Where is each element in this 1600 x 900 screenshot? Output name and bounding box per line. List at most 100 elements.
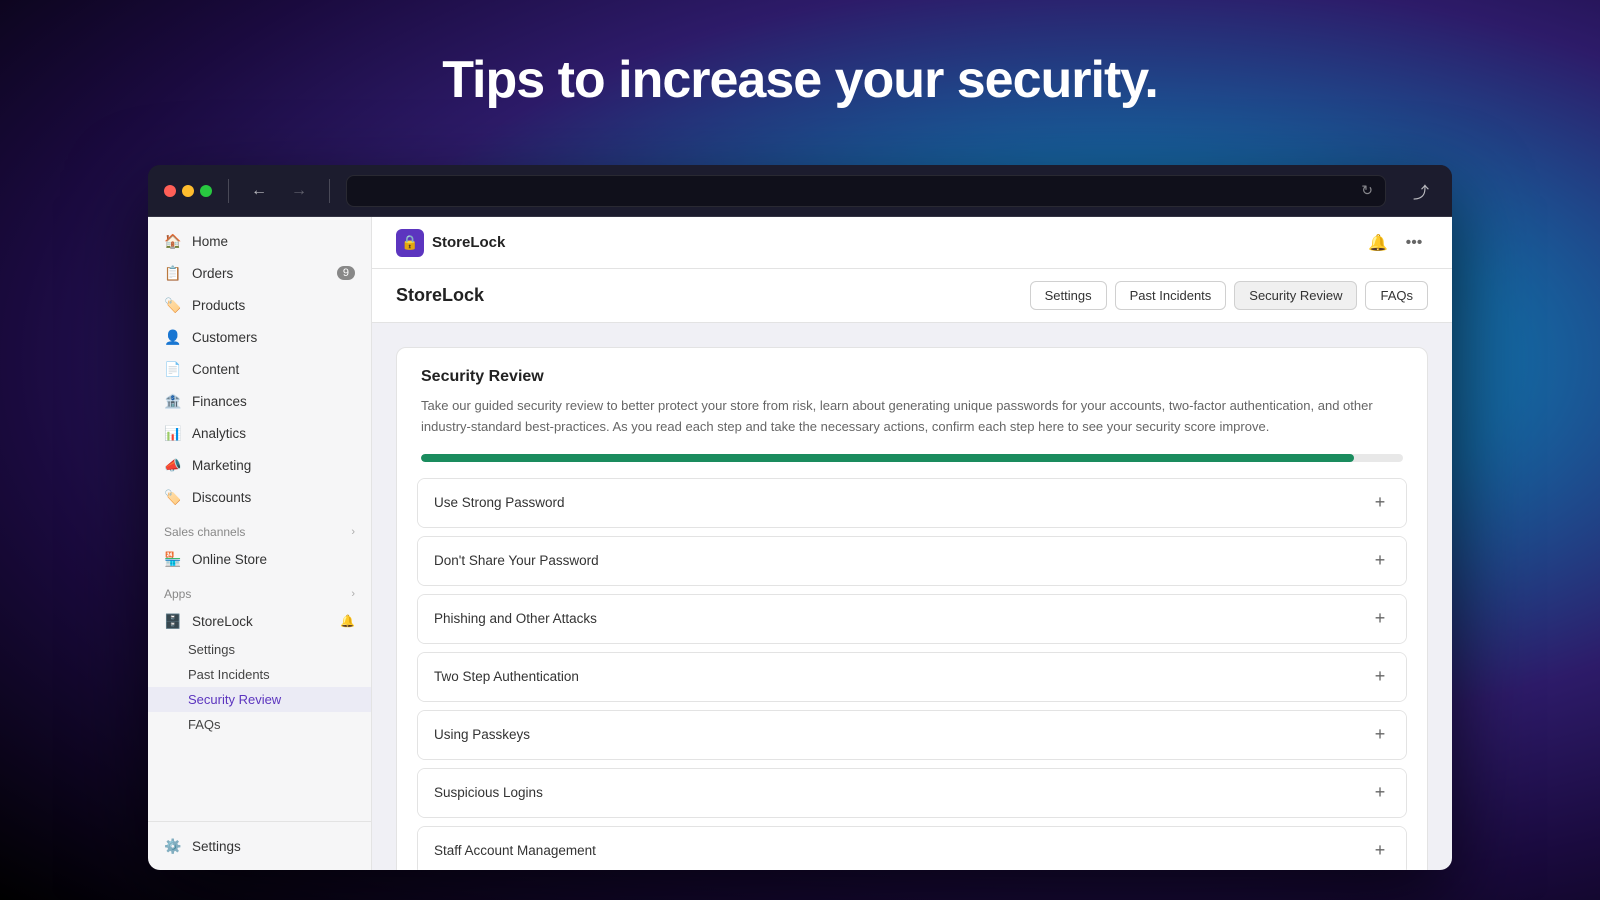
accordion-label-passkeys: Using Passkeys xyxy=(434,727,530,742)
accordion-label-strong-password: Use Strong Password xyxy=(434,495,565,510)
page-title: StoreLock xyxy=(396,285,484,306)
reload-button[interactable]: ↻ xyxy=(1361,182,1373,199)
sidebar-item-finances[interactable]: 🏦 Finances xyxy=(148,385,371,417)
sidebar-nav: 🏠 Home 📋 Orders 9 🏷️ Products 👤 Customer… xyxy=(148,217,371,821)
past-incidents-button[interactable]: Past Incidents xyxy=(1115,281,1227,310)
apps-label: Apps xyxy=(164,587,191,601)
accordion-expand-suspicious-logins[interactable]: + xyxy=(1370,783,1390,803)
online-store-icon: 🏪 xyxy=(164,550,182,568)
accordion-header-dont-share[interactable]: Don't Share Your Password + xyxy=(418,537,1406,585)
divider xyxy=(228,179,229,203)
faqs-button[interactable]: FAQs xyxy=(1365,281,1428,310)
sidebar-settings-label: Settings xyxy=(192,839,241,854)
minimize-button[interactable] xyxy=(182,185,194,197)
sidebar-label-discounts: Discounts xyxy=(192,490,251,505)
accordion-expand-staff-account[interactable]: + xyxy=(1370,841,1390,861)
app-header: 🔒 StoreLock 🔔 ••• xyxy=(372,217,1452,269)
sub-label-settings: Settings xyxy=(188,642,235,657)
sidebar-label-customers: Customers xyxy=(192,330,257,345)
accordion-header-phishing[interactable]: Phishing and Other Attacks + xyxy=(418,595,1406,643)
storelock-app-icon: 🗄️ xyxy=(164,612,182,630)
sidebar-sub-settings[interactable]: Settings xyxy=(148,637,371,662)
page-actions: Settings Past Incidents Security Review … xyxy=(1030,281,1428,310)
sidebar-label-analytics: Analytics xyxy=(192,426,246,441)
sidebar-item-discounts[interactable]: 🏷️ Discounts xyxy=(148,481,371,513)
settings-icon: ⚙️ xyxy=(164,837,182,855)
accordion-item-two-step: Two Step Authentication + xyxy=(417,652,1407,702)
accordion-header-suspicious-logins[interactable]: Suspicious Logins + xyxy=(418,769,1406,817)
notification-icon: 🔔 xyxy=(340,614,355,628)
security-review-button[interactable]: Security Review xyxy=(1234,281,1357,310)
finances-icon: 🏦 xyxy=(164,392,182,410)
accordion-expand-phishing[interactable]: + xyxy=(1370,609,1390,629)
accordion-header-two-step[interactable]: Two Step Authentication + xyxy=(418,653,1406,701)
accordion-list: Use Strong Password + Don't Share Your P… xyxy=(397,478,1427,870)
orders-badge: 9 xyxy=(337,266,355,280)
sidebar: 🏠 Home 📋 Orders 9 🏷️ Products 👤 Customer… xyxy=(148,217,372,870)
accordion-header-strong-password[interactable]: Use Strong Password + xyxy=(418,479,1406,527)
accordion-item-strong-password: Use Strong Password + xyxy=(417,478,1407,528)
hero-title: Tips to increase your security. xyxy=(0,50,1600,110)
accordion-item-phishing: Phishing and Other Attacks + xyxy=(417,594,1407,644)
accordion-item-suspicious-logins: Suspicious Logins + xyxy=(417,768,1407,818)
notification-bell-icon[interactable]: 🔔 xyxy=(1364,229,1392,257)
discounts-icon: 🏷️ xyxy=(164,488,182,506)
accordion-item-staff-account: Staff Account Management + xyxy=(417,826,1407,870)
accordion-label-staff-account: Staff Account Management xyxy=(434,843,596,858)
page-header: StoreLock Settings Past Incidents Securi… xyxy=(372,269,1452,323)
settings-button[interactable]: Settings xyxy=(1030,281,1107,310)
app-content: 🏠 Home 📋 Orders 9 🏷️ Products 👤 Customer… xyxy=(148,217,1452,870)
sidebar-item-analytics[interactable]: 📊 Analytics xyxy=(148,417,371,449)
accordion-header-passkeys[interactable]: Using Passkeys + xyxy=(418,711,1406,759)
accordion-item-passkeys: Using Passkeys + xyxy=(417,710,1407,760)
divider2 xyxy=(329,179,330,203)
sidebar-sub-past-incidents[interactable]: Past Incidents xyxy=(148,662,371,687)
forward-button[interactable]: → xyxy=(285,177,313,205)
sidebar-sub-security-review[interactable]: Security Review xyxy=(148,687,371,712)
accordion-expand-strong-password[interactable]: + xyxy=(1370,493,1390,513)
browser-window: ← → ↻ ⤴ 🏠 Home 📋 Orders 9 xyxy=(148,165,1452,870)
sidebar-item-orders[interactable]: 📋 Orders 9 xyxy=(148,257,371,289)
brand-name: StoreLock xyxy=(432,234,505,251)
sidebar-item-home[interactable]: 🏠 Home xyxy=(148,225,371,257)
accordion-label-dont-share: Don't Share Your Password xyxy=(434,553,599,568)
apps-section: Apps › xyxy=(148,575,371,605)
sidebar-item-marketing[interactable]: 📣 Marketing xyxy=(148,449,371,481)
app-brand: 🔒 StoreLock xyxy=(396,229,505,257)
traffic-lights xyxy=(164,185,212,197)
main-content: 🔒 StoreLock 🔔 ••• StoreLock Settings Pas… xyxy=(372,217,1452,870)
accordion-header-staff-account[interactable]: Staff Account Management + xyxy=(418,827,1406,870)
back-button[interactable]: ← xyxy=(245,177,273,205)
accordion-item-dont-share: Don't Share Your Password + xyxy=(417,536,1407,586)
close-button[interactable] xyxy=(164,185,176,197)
sidebar-sub-faqs[interactable]: FAQs xyxy=(148,712,371,737)
sub-label-security-review: Security Review xyxy=(188,692,281,707)
apps-chevron[interactable]: › xyxy=(351,588,355,600)
sidebar-item-customers[interactable]: 👤 Customers xyxy=(148,321,371,353)
accordion-expand-two-step[interactable]: + xyxy=(1370,667,1390,687)
sidebar-label-storelock: StoreLock xyxy=(192,614,253,629)
sidebar-label-finances: Finances xyxy=(192,394,247,409)
sub-label-past-incidents: Past Incidents xyxy=(188,667,270,682)
more-options-icon[interactable]: ••• xyxy=(1400,229,1428,257)
sidebar-label-orders: Orders xyxy=(192,266,233,281)
accordion-expand-dont-share[interactable]: + xyxy=(1370,551,1390,571)
card-header: Security Review Take our guided security… xyxy=(397,348,1427,454)
app-header-actions: 🔔 ••• xyxy=(1364,229,1428,257)
fullscreen-button[interactable] xyxy=(200,185,212,197)
security-review-card: Security Review Take our guided security… xyxy=(396,347,1428,870)
accordion-expand-passkeys[interactable]: + xyxy=(1370,725,1390,745)
address-bar[interactable]: ↻ xyxy=(346,175,1386,207)
sidebar-item-content[interactable]: 📄 Content xyxy=(148,353,371,385)
sidebar-item-online-store[interactable]: 🏪 Online Store xyxy=(148,543,371,575)
sidebar-label-products: Products xyxy=(192,298,245,313)
sidebar-settings-item[interactable]: ⚙️ Settings xyxy=(148,830,371,862)
progress-bar-container xyxy=(397,454,1427,478)
share-button[interactable]: ⤴ xyxy=(1406,176,1436,206)
sidebar-item-storelock[interactable]: 🗄️ StoreLock 🔔 xyxy=(148,605,371,637)
sidebar-item-products[interactable]: 🏷️ Products xyxy=(148,289,371,321)
card-description: Take our guided security review to bette… xyxy=(421,396,1403,438)
customers-icon: 👤 xyxy=(164,328,182,346)
sales-channels-label: Sales channels xyxy=(164,525,245,539)
sales-channels-chevron[interactable]: › xyxy=(351,526,355,538)
